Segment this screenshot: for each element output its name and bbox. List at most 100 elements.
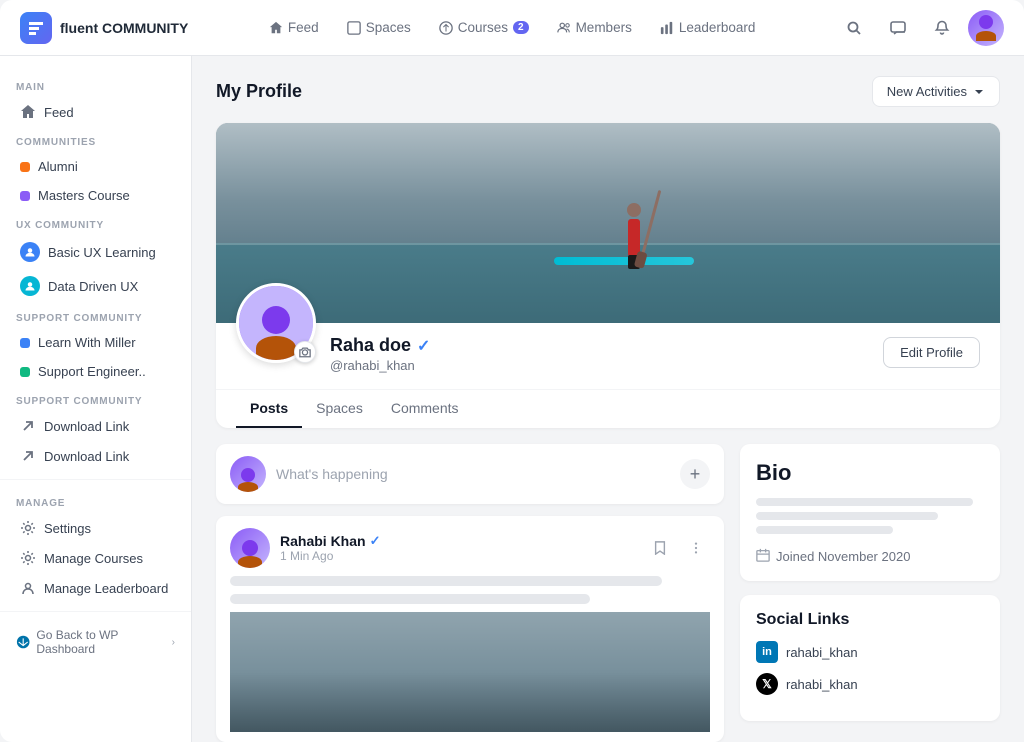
sidebar-section-manage: MANAGE <box>0 488 191 513</box>
main-content: My Profile New Activities <box>192 56 1024 742</box>
brand-name: fluent COMMUNITY <box>60 20 188 36</box>
messages-button[interactable] <box>880 10 916 46</box>
profile-info: Raha doe ✓ @rahabi_khan Edit Profile <box>216 323 1000 389</box>
post-box: What's happening + <box>216 444 724 504</box>
sidebar-item-manage-leaderboard[interactable]: Manage Leaderboard <box>4 573 187 603</box>
tab-spaces[interactable]: Spaces <box>302 390 377 428</box>
sidebar-section-communities: COMMUNITIES <box>0 127 191 152</box>
bio-title: Bio <box>756 460 984 486</box>
sidebar-item-feed[interactable]: Feed <box>4 97 187 127</box>
profile-name-wrap: Raha doe ✓ @rahabi_khan <box>330 323 430 373</box>
new-activities-button[interactable]: New Activities <box>872 76 1000 107</box>
post-text-line-2 <box>230 594 590 604</box>
notifications-button[interactable] <box>924 10 960 46</box>
sidebar-section-support2: SUPPORT COMMUNITY <box>0 386 191 411</box>
bio-line-1 <box>756 498 973 506</box>
nav-spaces[interactable]: Spaces <box>335 14 423 41</box>
more-options-button[interactable] <box>682 534 710 562</box>
nav-members[interactable]: Members <box>545 14 644 41</box>
masters-dot <box>20 191 30 201</box>
wp-link-chevron: › <box>172 637 175 648</box>
sidebar-item-masters[interactable]: Masters Course <box>4 181 187 210</box>
page-header: My Profile New Activities <box>216 76 1000 107</box>
social-linkedin[interactable]: in rahabi_khan <box>756 641 984 663</box>
post-image-overlay <box>230 672 710 732</box>
basic-ux-avatar <box>20 242 40 262</box>
sidebar-item-manage-courses[interactable]: Manage Courses <box>4 543 187 573</box>
bio-line-3 <box>756 526 893 534</box>
joined-row: Joined November 2020 <box>756 548 984 565</box>
horizon <box>216 243 1000 245</box>
post-input[interactable]: What's happening <box>276 466 670 482</box>
brand: fluent COMMUNITY <box>20 12 188 44</box>
linkedin-icon: in <box>756 641 778 663</box>
post-header: Rahabi Khan ✓ 1 Min Ago <box>216 516 724 576</box>
post-time: 1 Min Ago <box>280 549 636 563</box>
post-card: Rahabi Khan ✓ 1 Min Ago <box>216 516 724 742</box>
sidebar-item-settings[interactable]: Settings <box>4 513 187 543</box>
sidebar-section-support1: SUPPORT COMMUNITY <box>0 303 191 328</box>
profile-tabs: Posts Spaces Comments <box>216 389 1000 428</box>
profile-left: Raha doe ✓ @rahabi_khan <box>236 323 430 373</box>
avatar-body <box>256 336 296 360</box>
sidebar: MAIN Feed COMMUNITIES Alumni Masters Cou… <box>0 56 192 742</box>
support-eng-dot <box>20 367 30 377</box>
sidebar-item-support-eng[interactable]: Support Engineer.. <box>4 357 187 386</box>
tab-posts[interactable]: Posts <box>236 390 302 428</box>
figure-body <box>628 219 640 257</box>
nav-courses[interactable]: Courses 2 <box>427 14 541 41</box>
post-user-info: Rahabi Khan ✓ 1 Min Ago <box>280 533 636 563</box>
right-sidebar: Bio Joined November 2020 Soc <box>740 444 1000 742</box>
post-verified: ✓ <box>370 533 381 549</box>
sidebar-item-alumni[interactable]: Alumni <box>4 152 187 181</box>
sidebar-divider <box>0 479 191 480</box>
search-button[interactable] <box>836 10 872 46</box>
calendar-icon <box>756 548 770 565</box>
nav-leaderboard[interactable]: Leaderboard <box>648 14 768 41</box>
profile-name: Raha doe ✓ <box>330 335 430 356</box>
nav-links: Feed Spaces Courses 2 Members Leaderboar <box>212 14 812 41</box>
post-image <box>230 612 710 732</box>
alumni-dot <box>20 162 30 172</box>
sidebar-section-ux: UX COMMUNITY <box>0 210 191 235</box>
nav-feed[interactable]: Feed <box>257 14 331 41</box>
post-user-avatar <box>230 528 270 568</box>
sidebar-item-download1[interactable]: Download Link <box>4 411 187 441</box>
verified-badge: ✓ <box>417 336 430 356</box>
courses-badge: 2 <box>513 21 529 34</box>
profile-handle: @rahabi_khan <box>330 358 430 373</box>
social-twitter[interactable]: 𝕏 rahabi_khan <box>756 673 984 695</box>
post-box-avatar <box>230 456 266 492</box>
bio-line-2 <box>756 512 938 520</box>
profile-card: Raha doe ✓ @rahabi_khan Edit Profile Pos… <box>216 123 1000 428</box>
user-avatar-nav[interactable] <box>968 10 1004 46</box>
post-username: Rahabi Khan ✓ <box>280 533 636 549</box>
sidebar-item-basic-ux[interactable]: Basic UX Learning <box>4 235 187 269</box>
post-add-button[interactable]: + <box>680 459 710 489</box>
paddleboard <box>554 257 694 265</box>
figure-head <box>627 203 641 217</box>
post-text-line-1 <box>230 576 662 586</box>
social-card: Social Links in rahabi_khan 𝕏 rahabi_kha… <box>740 595 1000 721</box>
nav-actions <box>836 10 1004 46</box>
twitter-icon: 𝕏 <box>756 673 778 695</box>
page-title: My Profile <box>216 81 302 102</box>
sky <box>216 123 1000 253</box>
cover-photo <box>216 123 1000 323</box>
figure <box>628 219 640 257</box>
edit-profile-button[interactable]: Edit Profile <box>883 337 980 368</box>
tab-comments[interactable]: Comments <box>377 390 473 428</box>
post-actions <box>646 534 710 562</box>
learn-miller-dot <box>20 338 30 348</box>
camera-add-button[interactable] <box>294 341 316 363</box>
sidebar-item-data-ux[interactable]: Data Driven UX <box>4 269 187 303</box>
sidebar-divider-2 <box>0 611 191 612</box>
sidebar-section-main: MAIN <box>0 72 191 97</box>
bookmark-button[interactable] <box>646 534 674 562</box>
post-body <box>216 576 724 742</box>
wp-dashboard-link[interactable]: Go Back to WP Dashboard › <box>0 620 191 664</box>
sidebar-item-learn-miller[interactable]: Learn With Miller <box>4 328 187 357</box>
profile-avatar-wrap <box>236 283 316 363</box>
bio-card: Bio Joined November 2020 <box>740 444 1000 581</box>
sidebar-item-download2[interactable]: Download Link <box>4 441 187 471</box>
